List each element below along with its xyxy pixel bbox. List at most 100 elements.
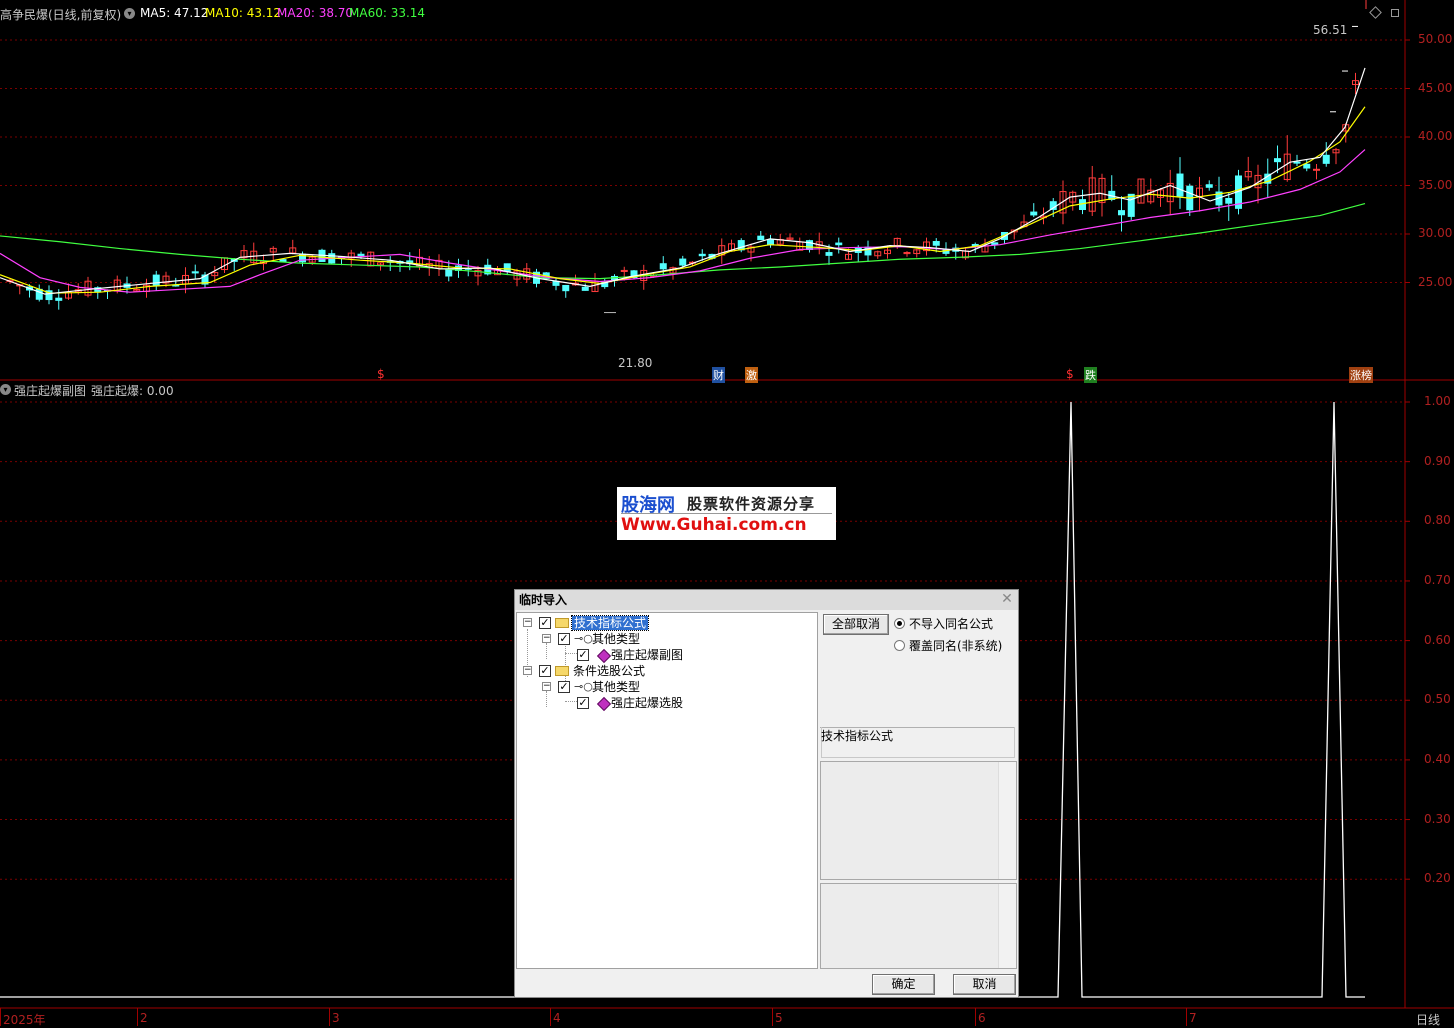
checkbox-checked[interactable]: ✓ [539, 665, 551, 677]
stock-title: 高争民爆(日线,前复权) [0, 8, 122, 22]
checkbox-checked[interactable]: ✓ [539, 617, 551, 629]
marker-dollar[interactable]: $ [377, 367, 385, 381]
time-axis-label: 7 [1189, 1011, 1197, 1025]
checkbox-checked[interactable]: ✓ [558, 633, 570, 645]
time-axis-label: 2 [140, 1011, 148, 1025]
radio-no-import-label: 不导入同名公式 [909, 617, 994, 631]
scrollbar[interactable] [998, 762, 1016, 879]
candle-body [932, 241, 940, 246]
candle-body [679, 258, 687, 266]
detail-panel[interactable] [820, 883, 1017, 969]
import-dialog: 临时导入 ✕ − ✓ 技术指标公式 − ✓ ⊸○ 其他类型 ✓ 强庄起爆副图 −… [514, 589, 1019, 998]
scrollbar[interactable] [998, 884, 1016, 968]
candle-body [835, 242, 843, 246]
candle-body [1293, 161, 1301, 164]
indicator-axis-label: 0.60 [1424, 632, 1451, 647]
tree-node-other-type[interactable]: 其他类型 [592, 631, 640, 647]
tree-connector [546, 691, 547, 707]
candle-body [581, 286, 589, 291]
time-axis-label: 6 [978, 1011, 986, 1025]
candle-body [1127, 193, 1135, 217]
tree-connector [565, 643, 566, 683]
candle-body [1225, 197, 1233, 204]
key-icon: ⊸○ [574, 680, 593, 693]
dialog-title: 临时导入 [515, 590, 1018, 610]
candle-body [1176, 173, 1184, 197]
candle-body [152, 274, 160, 287]
marker-drop[interactable]: 跌 [1084, 367, 1097, 383]
candle-body [757, 235, 765, 241]
candle-body [1274, 158, 1281, 163]
key-icon: ⊸○ [574, 632, 593, 645]
marker-finance[interactable]: 财 [712, 367, 725, 383]
formula-tree[interactable]: − ✓ 技术指标公式 − ✓ ⊸○ 其他类型 ✓ 强庄起爆副图 − ✓ 条件选股… [516, 612, 818, 969]
candle-body [1322, 154, 1330, 164]
candle-body [1205, 184, 1213, 188]
marker-limit-up-list[interactable]: 涨榜 [1349, 367, 1373, 383]
collapse-icon[interactable]: − [542, 682, 551, 691]
logo-divider [621, 513, 832, 514]
checkbox-checked[interactable]: ✓ [577, 697, 589, 709]
candle-body [698, 253, 706, 257]
maximize-icon[interactable] [1391, 9, 1399, 17]
period-label[interactable]: 日线 [1416, 1011, 1440, 1028]
dropdown-icon[interactable]: ▾ [124, 8, 135, 19]
indicator-axis-label: 0.70 [1424, 572, 1451, 587]
price-axis-label: 25.00 [1418, 274, 1453, 289]
candle-body [445, 269, 453, 277]
collapse-icon[interactable]: − [523, 618, 532, 627]
ma5-label: MA5: 47.12 [140, 6, 209, 20]
ma60-label: MA60: 33.14 [349, 6, 426, 20]
indicator-name: 强庄起爆副图 [14, 384, 87, 398]
candle-body [1030, 211, 1038, 216]
time-axis-label: 4 [553, 1011, 561, 1025]
price-axis-label: 40.00 [1418, 129, 1453, 143]
tree-node-selection-formulas[interactable]: 条件选股公式 [573, 663, 645, 679]
checkbox-checked[interactable]: ✓ [558, 681, 570, 693]
folder-icon [555, 666, 569, 676]
marker-dollar-2[interactable]: $ [1066, 367, 1074, 381]
candle-body [357, 253, 365, 257]
candle-body [191, 271, 199, 274]
collapse-icon[interactable]: − [523, 666, 532, 675]
tree-node-indicator-formulas[interactable]: 技术指标公式 [570, 615, 650, 631]
deselect-all-button[interactable]: 全部取消 [823, 614, 889, 635]
tree-node-other-type[interactable]: 其他类型 [592, 679, 640, 695]
candle-body [737, 240, 745, 251]
description-panel[interactable] [820, 761, 1017, 880]
checkbox-checked[interactable]: ✓ [577, 649, 589, 661]
marker-stimulus[interactable]: 激 [745, 367, 758, 383]
indicator-dropdown-icon[interactable]: ▾ [0, 384, 11, 395]
time-axis-label: 3 [332, 1011, 340, 1025]
price-axis-label: 50.00 [1418, 32, 1453, 46]
ma10-label: MA10: 43.12 [205, 6, 282, 20]
candles [6, 0, 1367, 314]
indicator-axis-label: 1.00 [1424, 394, 1451, 408]
price-axis-label: 45.00 [1418, 80, 1453, 95]
price-axis-label: 35.00 [1418, 177, 1453, 192]
logo-url: Www.Guhai.com.cn [621, 515, 807, 535]
price-axis-label: 30.00 [1418, 226, 1453, 240]
tree-node-formula[interactable]: 强庄起爆副图 [611, 647, 683, 663]
indicator-value: 强庄起爆: 0.00 [91, 384, 174, 398]
formula-icon [596, 648, 612, 664]
candle-body [55, 297, 63, 301]
formula-icon [596, 696, 612, 712]
close-icon[interactable]: ✕ [1000, 592, 1014, 606]
candle-body [503, 263, 511, 272]
ok-button[interactable]: 确定 [872, 974, 935, 995]
time-axis-label: 5 [775, 1011, 783, 1025]
radio-overwrite[interactable] [894, 640, 905, 651]
candle-body [767, 239, 774, 246]
tree-node-label: 技术指标公式 [570, 615, 650, 631]
logo-slogan: 股票软件资源分享 [687, 495, 816, 513]
cancel-button[interactable]: 取消 [953, 974, 1016, 995]
tree-node-formula[interactable]: 强庄起爆选股 [611, 695, 683, 711]
ma20-line [0, 149, 1366, 293]
candle-body [1303, 163, 1311, 169]
collapse-icon[interactable]: − [542, 634, 551, 643]
radio-no-import[interactable] [894, 618, 905, 629]
candle-body [1313, 168, 1320, 171]
indicator-axis-label: 0.80 [1424, 513, 1451, 528]
indicator-axis-label: 0.20 [1424, 871, 1451, 886]
